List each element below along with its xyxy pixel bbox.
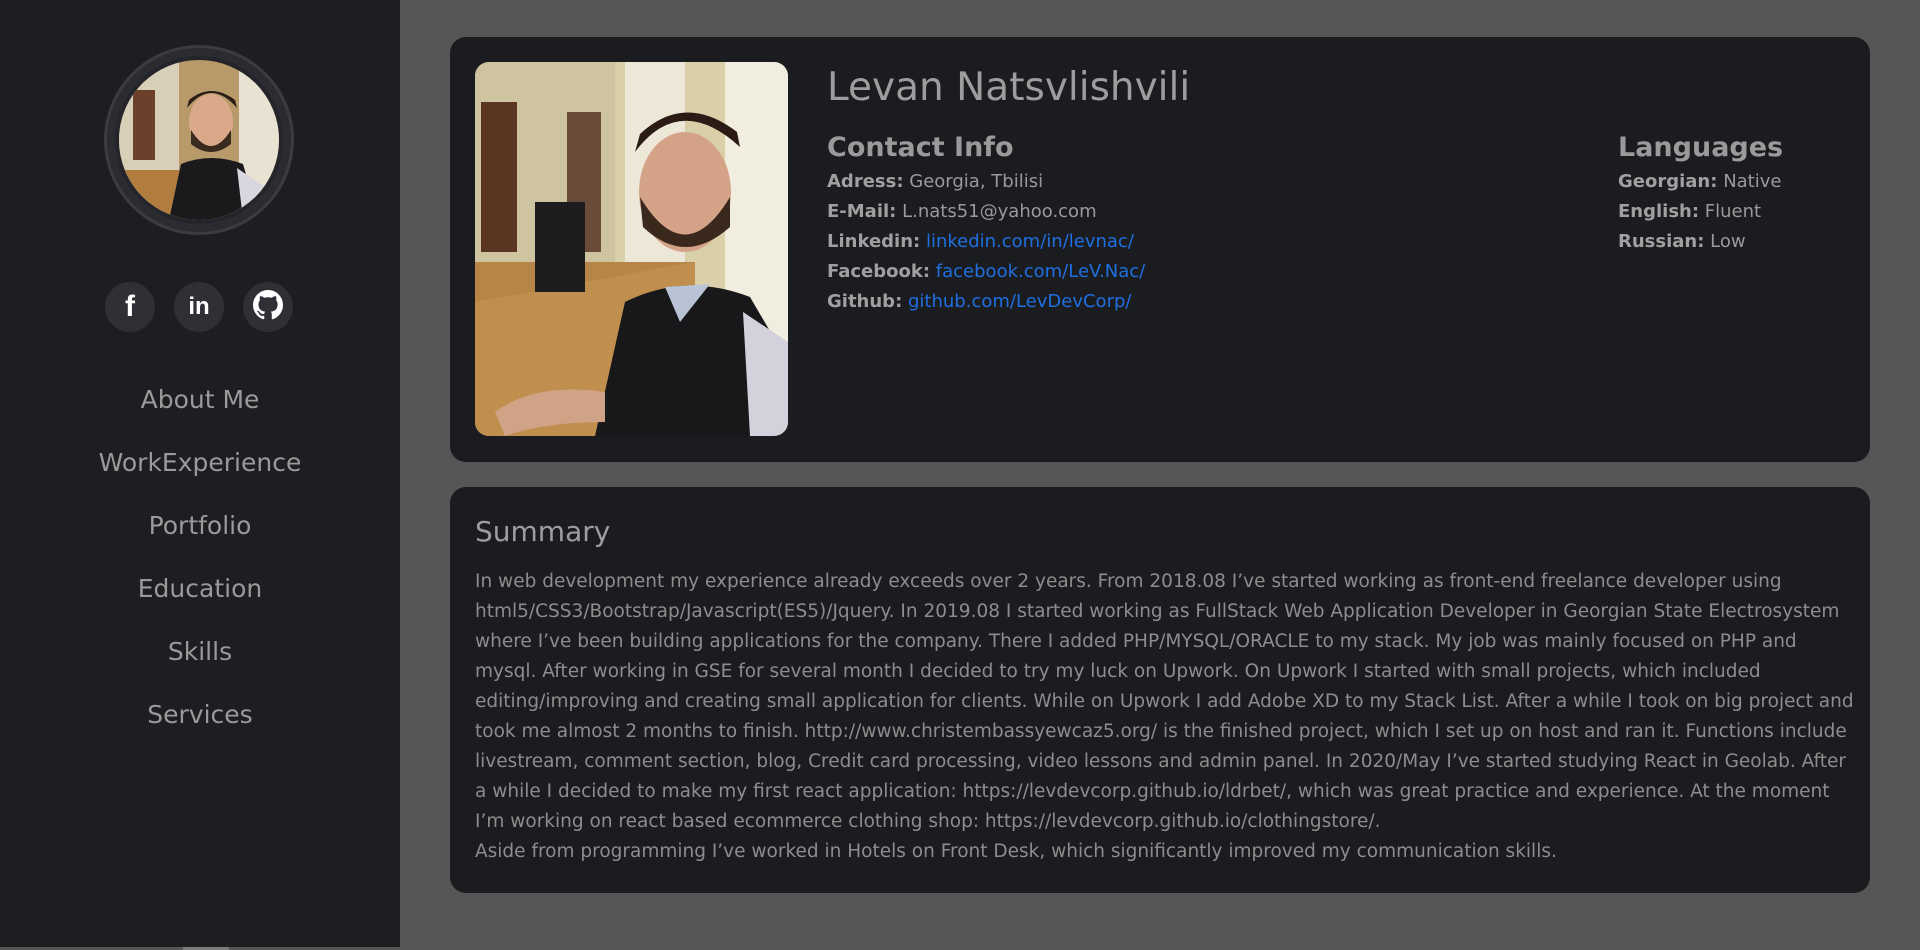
language-row: English: Fluent (1618, 197, 1783, 227)
linkedin-button[interactable]: in (174, 282, 224, 332)
nav-item-work-experience[interactable]: WorkExperience (0, 431, 400, 494)
summary-paragraph: In web development my experience already… (475, 571, 1854, 832)
social-links: f in (105, 282, 293, 332)
nav-item-services[interactable]: Services (0, 683, 400, 746)
profile-photo (475, 62, 788, 436)
email-value: L.nats51@yahoo.com (902, 201, 1097, 222)
email-label: E-Mail: (827, 201, 897, 222)
language-label: Russian: (1618, 231, 1705, 252)
contact-info: Contact Info Adress: Georgia, Tbilisi E-… (827, 132, 1145, 317)
facebook-label: Facebook: (827, 261, 931, 282)
summary-title: Summary (475, 515, 611, 548)
avatar-photo (115, 56, 283, 224)
github-row: Github: github.com/LevDevCorp/ (827, 287, 1145, 317)
avatar[interactable] (104, 45, 294, 235)
nav-item-skills[interactable]: Skills (0, 620, 400, 683)
github-label: Github: (827, 291, 903, 312)
address-label: Adress: (827, 171, 904, 192)
languages-title: Languages (1618, 132, 1784, 163)
linkedin-link[interactable]: linkedin.com/in/levnac/ (926, 231, 1134, 252)
sidebar-nav: About Me WorkExperience Portfolio Educat… (0, 368, 400, 746)
language-label: English: (1618, 201, 1700, 222)
summary-text: In web development my experience already… (475, 567, 1855, 867)
language-level: Native (1723, 171, 1782, 192)
nav-item-about-me[interactable]: About Me (0, 368, 400, 431)
email-row: E-Mail: L.nats51@yahoo.com (827, 197, 1145, 227)
linkedin-row: Linkedin: linkedin.com/in/levnac/ (827, 227, 1145, 257)
address-value: Georgia, Tbilisi (909, 171, 1044, 192)
language-level: Low (1710, 231, 1746, 252)
github-button[interactable] (243, 282, 293, 332)
contact-info-title: Contact Info (827, 132, 1014, 163)
facebook-link[interactable]: facebook.com/LeV.Nac/ (936, 261, 1145, 282)
nav-item-education[interactable]: Education (0, 557, 400, 620)
language-row: Georgian: Native (1618, 167, 1783, 197)
facebook-icon: f (125, 290, 135, 323)
language-label: Georgian: (1618, 171, 1718, 192)
linkedin-icon: in (188, 293, 210, 320)
language-row: Russian: Low (1618, 227, 1783, 257)
address-row: Adress: Georgia, Tbilisi (827, 167, 1145, 197)
github-link[interactable]: github.com/LevDevCorp/ (908, 291, 1131, 312)
language-level: Fluent (1704, 201, 1762, 222)
summary-paragraph: Aside from programming I’ve worked in Ho… (475, 841, 1557, 862)
github-icon (253, 290, 283, 324)
nav-item-portfolio[interactable]: Portfolio (0, 494, 400, 557)
languages: Languages Georgian: Native English: Flue… (1618, 132, 1783, 257)
facebook-row: Facebook: facebook.com/LeV.Nac/ (827, 257, 1145, 287)
sidebar: f in About Me WorkExperience Portfolio E… (0, 0, 400, 947)
profile-name: Levan Natsvlishvili (827, 65, 1191, 110)
profile-card: Levan Natsvlishvili Contact Info Adress:… (450, 37, 1870, 462)
summary-card: Summary In web development my experience… (450, 487, 1870, 893)
facebook-button[interactable]: f (105, 282, 155, 332)
linkedin-label: Linkedin: (827, 231, 921, 252)
